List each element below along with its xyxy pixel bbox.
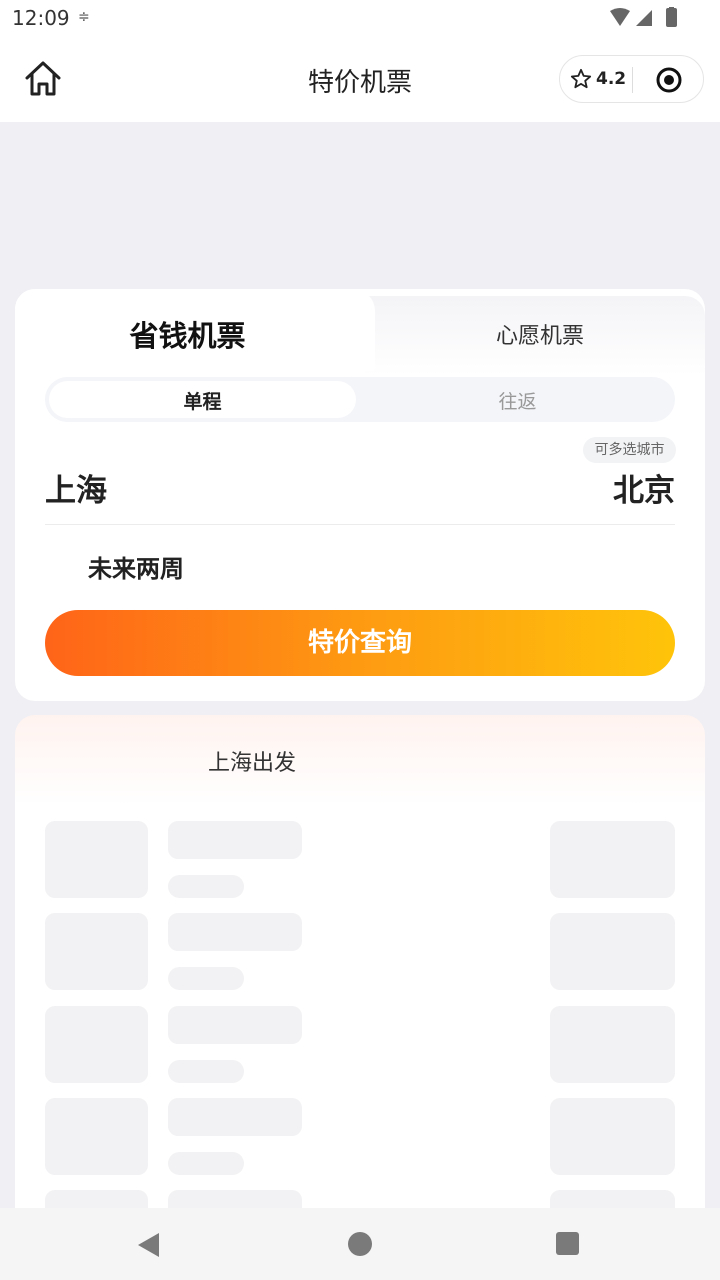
- wifi-icon: [610, 8, 630, 26]
- skeleton-price-block: [550, 1005, 675, 1083]
- capsule-divider: [632, 67, 633, 93]
- tab-save-money-label: 省钱机票: [129, 319, 246, 353]
- departure-list-card: 上海出发: [15, 715, 705, 1235]
- status-icons: [610, 7, 677, 27]
- arrival-city[interactable]: 北京: [613, 465, 675, 510]
- departure-city[interactable]: 上海: [45, 465, 107, 510]
- skeleton-sub-line: [168, 1151, 244, 1175]
- one-way-option[interactable]: 单程: [49, 387, 356, 414]
- round-trip-option[interactable]: 往返: [360, 387, 675, 414]
- divider: [45, 524, 675, 525]
- target-icon[interactable]: [655, 66, 683, 94]
- skeleton-thumb: [45, 1097, 148, 1175]
- status-time: 12:09: [12, 6, 70, 30]
- search-button[interactable]: 特价查询: [45, 610, 675, 676]
- back-icon[interactable]: [134, 1230, 164, 1260]
- multi-city-badge: 可多选城市: [583, 437, 676, 463]
- tab-wish[interactable]: 心愿机票: [375, 318, 705, 350]
- skeleton-thumb: [45, 821, 148, 898]
- skeleton-thumb: [45, 1005, 148, 1083]
- settings-sliders-icon: ≑: [78, 9, 90, 25]
- signal-icon: [636, 10, 652, 26]
- skeleton-sub-line: [168, 1059, 244, 1083]
- mini-program-capsule: 4.2: [559, 55, 704, 103]
- recent-apps-icon[interactable]: [556, 1232, 579, 1255]
- tab-save-money[interactable]: 省钱机票: [15, 289, 375, 371]
- app-header: 特价机票 4.2: [0, 36, 720, 122]
- skeleton-price-block: [550, 1097, 675, 1175]
- skeleton-title-line: [168, 1005, 302, 1044]
- rating-value[interactable]: 4.2: [596, 69, 626, 89]
- skeleton-title-line: [168, 821, 302, 859]
- list-title: 上海出发: [208, 751, 297, 776]
- skeleton-thumb: [45, 913, 148, 991]
- skeleton-title-line: [168, 913, 302, 952]
- skeleton-title-line: [168, 1097, 302, 1136]
- skeleton-sub-line: [168, 875, 244, 898]
- skeleton-sub-line: [168, 967, 244, 991]
- trip-type-segment: 单程 往返: [45, 377, 675, 422]
- date-range[interactable]: 未来两周: [88, 549, 184, 584]
- skeleton-price-block: [550, 821, 675, 898]
- star-icon[interactable]: [570, 68, 592, 90]
- search-card: 省钱机票 心愿机票 单程 往返 可多选城市 上海 北京 未来两周 特价查询: [15, 289, 705, 701]
- system-nav-bar: [0, 1208, 720, 1280]
- battery-icon: [666, 8, 677, 27]
- status-bar: 12:09 ≑: [0, 0, 720, 36]
- skeleton-price-block: [550, 913, 675, 991]
- home-circle-icon[interactable]: [348, 1232, 372, 1256]
